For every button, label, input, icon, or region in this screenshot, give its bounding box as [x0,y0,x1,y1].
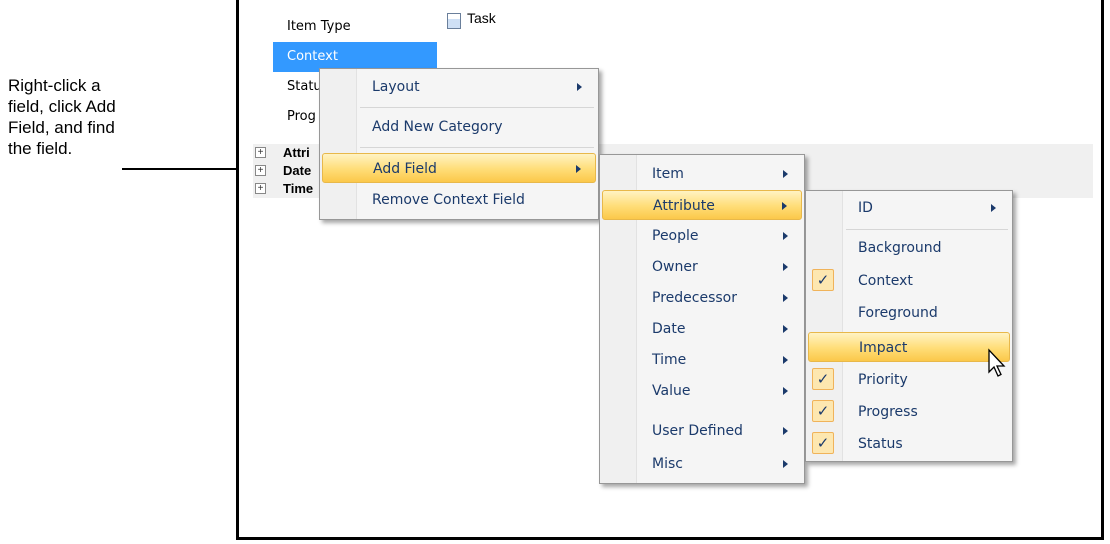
menu-item-label: User Defined [652,423,743,439]
submenu-arrow-icon [783,325,788,333]
submenu-arrow-icon [783,427,788,435]
menu-item-people[interactable]: People [602,221,802,251]
checkmark-icon: ✓ [812,400,834,422]
menu-item-context[interactable]: ✓ Context [808,266,1010,296]
menu-item-label: Impact [859,340,908,356]
attribute-submenu: ID Background ✓ Context Foreground Impact… [805,190,1013,462]
menu-item-value[interactable]: Value [602,376,802,406]
menu-item-label: Progress [858,404,918,420]
expand-icon[interactable]: + [255,183,266,194]
menu-item-label: Owner [652,259,698,275]
menu-item-label: Foreground [858,305,938,321]
task-icon [447,13,461,29]
menu-item-label: Add Field [373,161,437,177]
context-menu: Layout Add New Category Add Field Remove… [319,68,599,220]
menu-item-label: Priority [858,372,908,388]
menu-item-progress[interactable]: ✓ Progress [808,397,1010,427]
menu-item-add-field[interactable]: Add Field [322,153,596,183]
callout-line: Right-click a [8,76,101,95]
menu-item-label: People [652,228,699,244]
menu-item-status[interactable]: ✓ Status [808,429,1010,459]
submenu-arrow-icon [783,387,788,395]
menu-item-label: Layout [372,79,420,95]
instruction-callout: Right-click a field, click Add Field, an… [8,75,178,159]
submenu-arrow-icon [782,202,787,210]
category-label: Attri [283,145,310,160]
menu-separator [846,229,1008,230]
expand-icon[interactable]: + [255,147,266,158]
menu-item-foreground[interactable]: Foreground [808,298,1010,328]
menu-item-label: Time [652,352,687,368]
menu-item-add-new-category[interactable]: Add New Category [322,112,596,142]
submenu-arrow-icon [783,170,788,178]
menu-item-predecessor[interactable]: Predecessor [602,283,802,313]
submenu-arrow-icon [577,83,582,91]
submenu-arrow-icon [783,263,788,271]
menu-item-user-defined[interactable]: User Defined [602,416,802,446]
menu-item-layout[interactable]: Layout [322,72,596,102]
menu-item-misc[interactable]: Misc [602,449,802,479]
item-type-label: Item Type [287,19,351,34]
menu-item-label: Value [652,383,691,399]
menu-item-label: Predecessor [652,290,737,306]
submenu-arrow-icon [783,232,788,240]
menu-item-priority[interactable]: ✓ Priority [808,365,1010,395]
menu-separator [360,147,594,148]
menu-item-item[interactable]: Item [602,159,802,189]
mouse-pointer-icon [988,348,1006,377]
checkmark-icon: ✓ [812,368,834,390]
menu-separator [360,107,594,108]
menu-item-attribute[interactable]: Attribute [602,190,802,220]
submenu-arrow-icon [576,165,581,173]
menu-item-remove-context-field[interactable]: Remove Context Field [322,185,596,215]
menu-item-label: Misc [652,456,683,472]
submenu-arrow-icon [783,356,788,364]
menu-item-label: Background [858,240,942,256]
menu-item-label: Status [858,436,903,452]
menu-item-id[interactable]: ID [808,193,1010,223]
expand-icon[interactable]: + [255,165,266,176]
checkmark-icon: ✓ [812,432,834,454]
menu-item-owner[interactable]: Owner [602,252,802,282]
menu-item-label: Date [652,321,686,337]
menu-item-background[interactable]: Background [808,233,1010,263]
app-screenshot-frame: Item Type Task Context Statu Prog + Attr… [236,0,1104,540]
menu-item-label: Remove Context Field [372,192,525,208]
item-type-value: Task [467,10,496,26]
menu-item-impact[interactable]: Impact [808,332,1010,362]
menu-item-label: Item [652,166,684,182]
menu-item-time[interactable]: Time [602,345,802,375]
submenu-arrow-icon [783,294,788,302]
field-group-submenu: Item Attribute People Owner Predecessor … [599,154,805,484]
callout-line: Field, and find [8,118,115,137]
submenu-arrow-icon [783,460,788,468]
category-label: Time [283,181,314,196]
callout-line: field, click Add [8,97,116,116]
category-label: Date [283,163,312,178]
submenu-arrow-icon [991,204,996,212]
menu-item-date[interactable]: Date [602,314,802,344]
menu-item-label: ID [858,200,873,216]
menu-item-label: Attribute [653,198,715,214]
menu-item-label: Context [858,273,913,289]
callout-line: the field. [8,139,73,158]
menu-item-label: Add New Category [372,119,503,135]
checkmark-icon: ✓ [812,269,834,291]
